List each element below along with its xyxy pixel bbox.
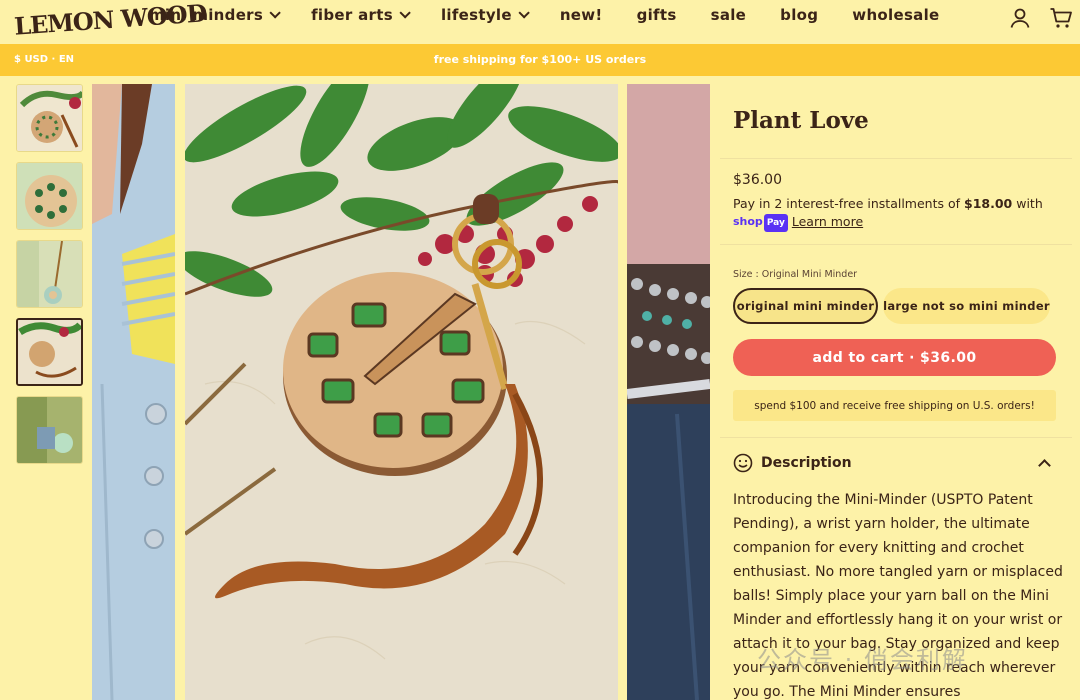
nav-blog[interactable]: blog <box>780 6 818 24</box>
option-large-not-so-mini-minder[interactable]: large not so mini minder <box>883 288 1050 324</box>
thumbnail-image <box>17 397 82 463</box>
size-label: Size : Original Mini Minder <box>733 269 858 280</box>
nav-label: sale <box>710 6 747 24</box>
add-to-cart-button[interactable]: add to cart · $36.00 <box>733 339 1056 376</box>
nav-label: mini minders <box>149 6 264 24</box>
chevron-up-icon[interactable] <box>1038 459 1051 472</box>
shipping-promo: spend $100 and receive free shipping on … <box>733 390 1056 421</box>
nav-gifts[interactable]: gifts <box>637 6 677 24</box>
shop-pay-text: shop <box>733 215 763 228</box>
thumbnail-strip <box>16 84 83 474</box>
learn-more-link[interactable]: Learn more <box>792 214 863 229</box>
thumbnail[interactable] <box>16 240 83 308</box>
nav-label: wholesale <box>852 6 940 24</box>
nav-new[interactable]: new! <box>560 6 603 24</box>
divider <box>720 437 1072 438</box>
nav-label: blog <box>780 6 819 24</box>
account-icon[interactable] <box>1009 7 1031 29</box>
gallery-image-main[interactable] <box>185 84 618 700</box>
description-toggle[interactable]: Description <box>733 453 852 473</box>
gallery-image-prev[interactable] <box>92 84 175 700</box>
shop-pay-logo: shop Pay <box>733 213 788 232</box>
site-header: LEMON WOOD mini minders fiber arts lifes… <box>0 0 1080 44</box>
nav-lifestyle[interactable]: lifestyle <box>440 6 530 24</box>
chevron-down-icon <box>399 7 411 19</box>
nav-wholesale[interactable]: wholesale <box>852 6 939 24</box>
installments-text: Pay in 2 interest-free installments of <box>733 196 964 211</box>
thumbnail-image <box>17 85 82 151</box>
installments-text-end: with <box>1012 196 1043 211</box>
nav-mini-minders[interactable]: mini minders <box>149 6 281 24</box>
description-heading: Description <box>761 455 852 471</box>
nav-label: gifts <box>636 6 677 24</box>
watermark: 公众号 · 俏会利解 <box>757 646 968 674</box>
thumbnail-image <box>17 163 82 229</box>
belt-photo <box>627 84 710 700</box>
shop-pay-badge: Pay <box>763 214 788 232</box>
product-price: $36.00 <box>733 172 782 188</box>
thumbnail-image <box>18 320 81 384</box>
thumbnail-active[interactable] <box>16 318 83 386</box>
product-photo <box>185 84 618 700</box>
smiley-icon <box>733 453 753 473</box>
thumbnail[interactable] <box>16 162 83 230</box>
product-info: Plant Love $36.00 Pay in 2 interest-free… <box>720 76 1080 700</box>
divider <box>720 244 1072 245</box>
denim-photo <box>92 84 175 700</box>
announcement-bar: $ USD · EN free shipping for $100+ US or… <box>0 44 1080 76</box>
product-title: Plant Love <box>733 107 869 134</box>
chevron-down-icon <box>518 7 530 19</box>
cart-icon[interactable] <box>1049 6 1073 30</box>
gallery-image-next[interactable] <box>627 84 710 700</box>
installments-amount: $18.00 <box>964 196 1013 211</box>
option-original-mini-minder[interactable]: original mini minder <box>733 288 878 324</box>
main-nav: mini minders fiber arts lifestyle new! g… <box>149 6 974 24</box>
announcement-message: free shipping for $100+ US orders <box>433 53 647 66</box>
product-page: { "header": { "logo_text": "LEMON WOOD",… <box>0 0 1080 700</box>
thumbnail-image <box>17 241 82 307</box>
nav-label: fiber arts <box>311 6 393 24</box>
chevron-down-icon <box>269 7 281 19</box>
thumbnail[interactable] <box>16 396 83 464</box>
thumbnail[interactable] <box>16 84 83 152</box>
nav-sale[interactable]: sale <box>711 6 747 24</box>
divider <box>720 158 1072 159</box>
nav-label: new! <box>559 6 603 24</box>
installments-note: Pay in 2 interest-free installments of $… <box>733 195 1053 232</box>
nav-fiber-arts[interactable]: fiber arts <box>311 6 411 24</box>
nav-label: lifestyle <box>440 6 512 24</box>
